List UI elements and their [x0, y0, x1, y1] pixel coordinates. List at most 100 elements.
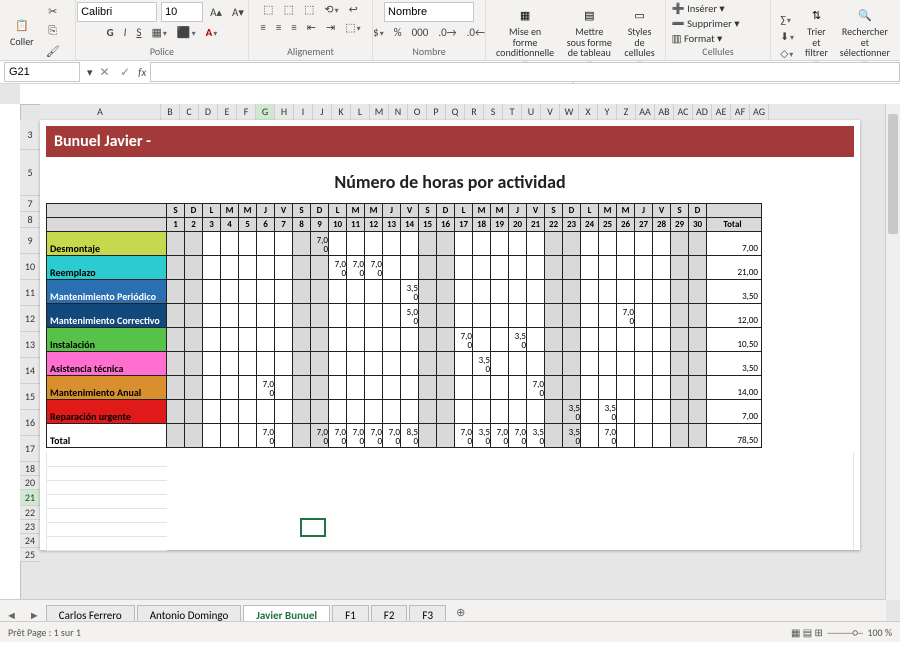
orientation-icon[interactable]: ⟲	[321, 2, 341, 17]
delete-button[interactable]: ➖ Supprimer ▾	[672, 17, 740, 30]
col-header-AF[interactable]: AF	[731, 104, 750, 120]
col-header-G[interactable]: G	[256, 104, 275, 120]
scrollbar-thumb[interactable]	[888, 114, 898, 234]
col-header-X[interactable]: X	[579, 104, 598, 120]
row-header-24[interactable]: 24	[20, 534, 40, 548]
row-header-8[interactable]: 8	[20, 212, 40, 228]
view-pagebreak-icon[interactable]: ⊞	[814, 626, 822, 639]
merge-button[interactable]: ⬚	[342, 20, 363, 35]
align-middle-icon[interactable]: ⬚	[281, 2, 297, 17]
activity-mantenimiento-anual[interactable]: Mantenimiento Anual	[47, 376, 167, 400]
col-header-AG[interactable]: AG	[750, 104, 769, 120]
col-header-S[interactable]: S	[484, 104, 503, 120]
align-right-icon[interactable]: ≡	[288, 20, 299, 35]
col-header-N[interactable]: N	[389, 104, 408, 120]
row-header-23[interactable]: 23	[20, 520, 40, 534]
col-header-I[interactable]: I	[294, 104, 313, 120]
col-header-L[interactable]: L	[351, 104, 370, 120]
col-header-U[interactable]: U	[522, 104, 541, 120]
col-header-J[interactable]: J	[313, 104, 332, 120]
col-header-P[interactable]: P	[427, 104, 446, 120]
col-header-K[interactable]: K	[332, 104, 351, 120]
align-bottom-icon[interactable]: ⬚	[301, 2, 317, 17]
row-header-13[interactable]: 13	[20, 332, 40, 358]
fill-button[interactable]: ⬇	[777, 29, 797, 44]
sort-filter-button[interactable]: ⇅Trier et filtrer ▾	[801, 2, 832, 71]
fx-icon[interactable]: fx	[134, 66, 150, 79]
view-layout-icon[interactable]: ▤	[803, 626, 812, 639]
activity-mantenimiento-periódico[interactable]: Mantenimiento Periódico	[47, 280, 167, 304]
row-header-25[interactable]: 25	[20, 548, 40, 562]
col-header-Y[interactable]: Y	[598, 104, 617, 120]
row-header-7[interactable]: 7	[20, 196, 40, 212]
activity-mantenimiento-correctivo[interactable]: Mantenimiento Correctivo	[47, 304, 167, 328]
format-as-table-button[interactable]: ▤Mettre sous forme de tableau ▾	[562, 2, 616, 71]
row-headers[interactable]: 35789101112131415161718202122232425	[20, 120, 40, 562]
col-header-C[interactable]: C	[180, 104, 199, 120]
confirm-icon[interactable]: ✓	[116, 66, 134, 80]
font-size-input[interactable]	[161, 2, 203, 22]
shrink-font-icon[interactable]: A▾	[229, 5, 247, 20]
font-name-input[interactable]	[77, 2, 157, 22]
column-headers[interactable]: ABCDEFGHIJKLMNOPQRSTUVWXYZAAABACADAEAFAG	[40, 104, 886, 120]
thousands-icon[interactable]: 000	[409, 25, 432, 40]
align-center-icon[interactable]: ≡	[273, 20, 284, 35]
col-header-F[interactable]: F	[237, 104, 256, 120]
number-format-select[interactable]	[384, 2, 474, 22]
col-header-H[interactable]: H	[275, 104, 294, 120]
row-header-17[interactable]: 17	[20, 436, 40, 462]
italic-button[interactable]: I	[121, 25, 130, 40]
col-header-M[interactable]: M	[370, 104, 389, 120]
row-header-9[interactable]: 9	[20, 228, 40, 254]
row-header-22[interactable]: 22	[20, 506, 40, 520]
row-header-3[interactable]: 3	[20, 120, 40, 150]
row-header-14[interactable]: 14	[20, 358, 40, 384]
row-header-10[interactable]: 10	[20, 254, 40, 280]
col-header-D[interactable]: D	[199, 104, 218, 120]
col-header-AC[interactable]: AC	[674, 104, 693, 120]
wrap-text-button[interactable]: ↩	[346, 2, 361, 17]
col-header-AD[interactable]: AD	[693, 104, 712, 120]
cut-icon[interactable]: ✂	[42, 2, 64, 20]
row-header-16[interactable]: 16	[20, 410, 40, 436]
formula-input[interactable]	[150, 62, 900, 82]
col-header-AA[interactable]: AA	[636, 104, 655, 120]
activity-reparación-urgente[interactable]: Reparación urgente	[47, 400, 167, 424]
underline-button[interactable]: S	[133, 25, 144, 40]
cell-styles-button[interactable]: ▭Styles de cellules ▾	[620, 2, 658, 71]
activity-reemplazo[interactable]: Reemplazo	[47, 256, 167, 280]
col-header-V[interactable]: V	[541, 104, 560, 120]
activity-instalación[interactable]: Instalación	[47, 328, 167, 352]
autosum-button[interactable]: ∑	[777, 12, 797, 27]
row-header-5[interactable]: 5	[20, 150, 40, 196]
activity-table[interactable]: SDLMMJVSDLMMJVSDLMMJVSDLMMJVSD1234567891…	[46, 203, 762, 448]
fill-color-button[interactable]: ⬛	[174, 25, 199, 40]
col-header-R[interactable]: R	[465, 104, 484, 120]
align-top-icon[interactable]: ⬚	[260, 2, 276, 17]
clear-button[interactable]: ◇	[777, 46, 797, 61]
row-header-18[interactable]: 18	[20, 462, 40, 476]
row-header-21[interactable]: 21	[20, 490, 40, 506]
col-header-O[interactable]: O	[408, 104, 427, 120]
col-header-Q[interactable]: Q	[446, 104, 465, 120]
percent-icon[interactable]: %	[391, 25, 405, 40]
row-header-15[interactable]: 15	[20, 384, 40, 410]
indent-dec-icon[interactable]: ⇤	[304, 20, 319, 35]
col-header-W[interactable]: W	[560, 104, 579, 120]
grow-font-icon[interactable]: A▴	[207, 5, 225, 20]
decimal-inc-icon[interactable]: .0→	[435, 25, 459, 40]
cancel-icon[interactable]: ✕	[96, 66, 114, 80]
format-painter-icon[interactable]: 🖌	[42, 42, 64, 60]
view-normal-icon[interactable]: ▦	[791, 626, 800, 639]
col-header-AB[interactable]: AB	[655, 104, 674, 120]
paste-button[interactable]: 📋 Coller	[6, 12, 38, 50]
align-left-icon[interactable]: ≡	[257, 20, 268, 35]
row-header-11[interactable]: 11	[20, 280, 40, 306]
col-header-AE[interactable]: AE	[712, 104, 731, 120]
row-header-20[interactable]: 20	[20, 476, 40, 490]
namebox-dropdown-icon[interactable]: ▾	[84, 65, 96, 80]
activity-desmontaje[interactable]: Desmontaje	[47, 232, 167, 256]
indent-inc-icon[interactable]: ⇥	[323, 20, 338, 35]
col-header-Z[interactable]: Z	[617, 104, 636, 120]
font-color-button[interactable]: A	[203, 25, 221, 40]
